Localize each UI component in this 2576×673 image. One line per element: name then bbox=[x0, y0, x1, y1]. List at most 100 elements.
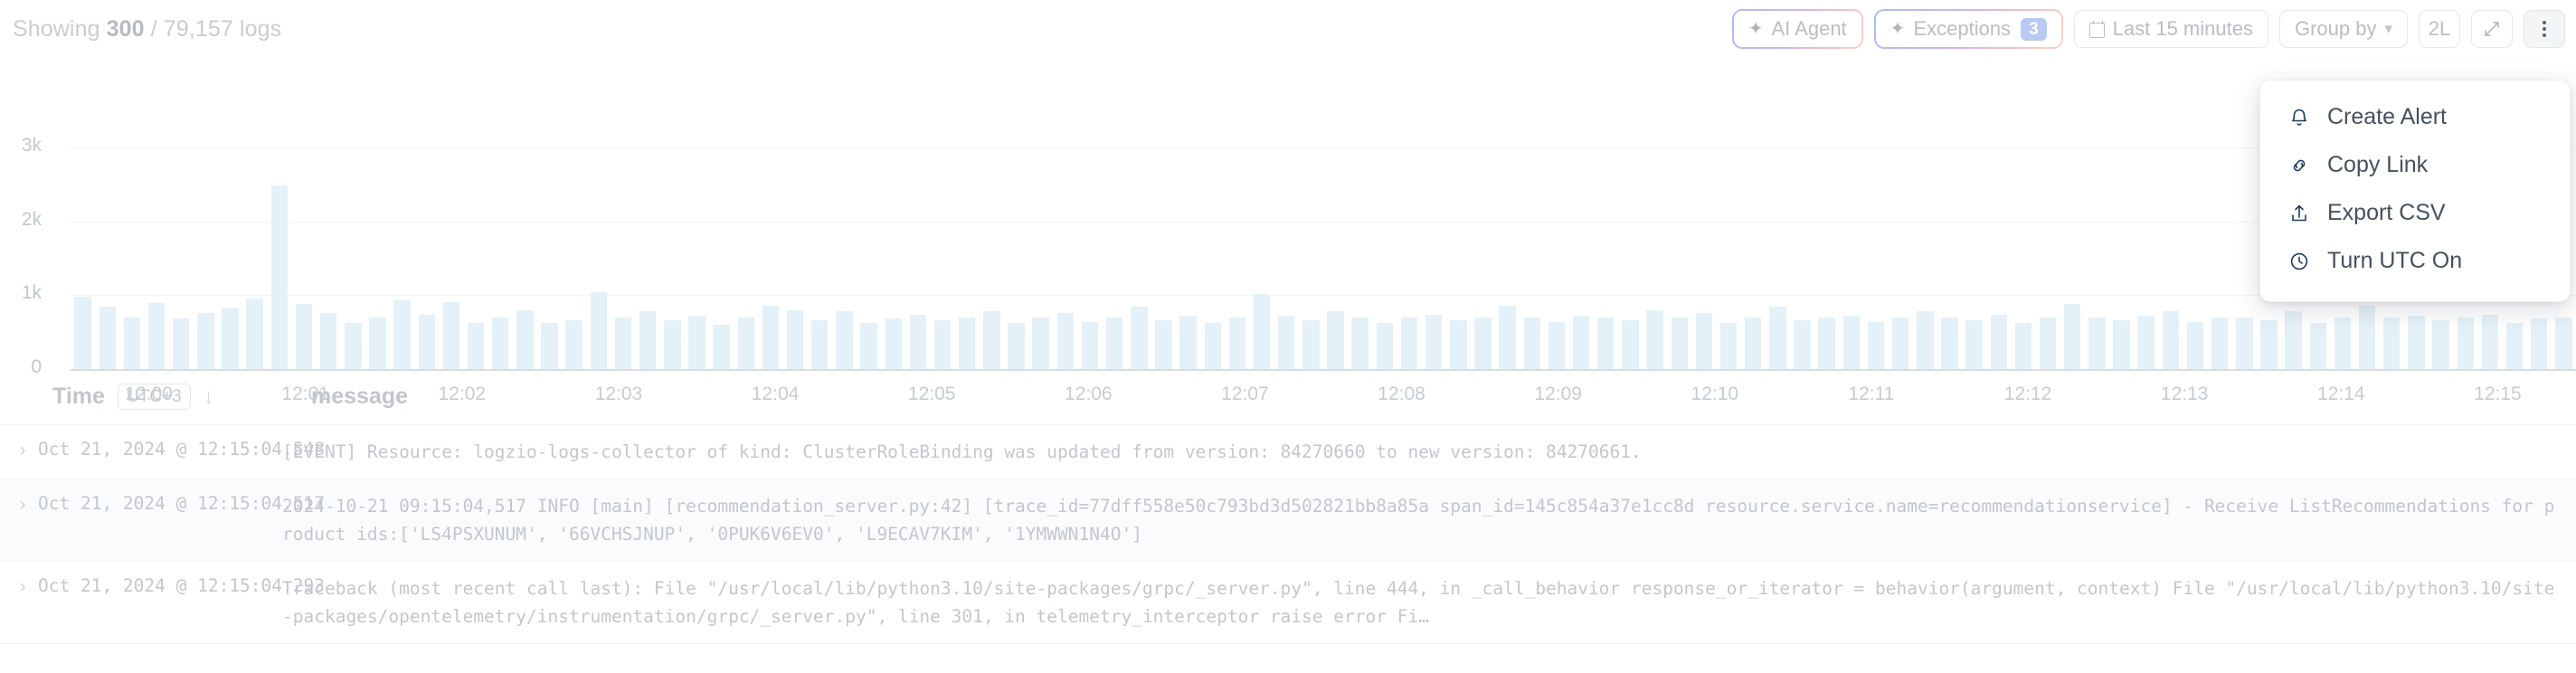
expand-button[interactable] bbox=[2471, 10, 2513, 48]
chart-bar-slot[interactable] bbox=[365, 147, 390, 369]
chart-bar-slot[interactable] bbox=[194, 147, 218, 369]
chart-bar-slot[interactable] bbox=[1766, 147, 1790, 369]
group-by-button[interactable]: Group by ▾ bbox=[2278, 10, 2408, 48]
chart-bar-slot[interactable] bbox=[1053, 147, 1077, 369]
chart-bar-slot[interactable] bbox=[1397, 147, 1421, 369]
chart-bar-slot[interactable] bbox=[1814, 147, 1839, 369]
chart-bar-slot[interactable] bbox=[1372, 147, 1397, 369]
chart-bar-slot[interactable] bbox=[1937, 147, 1962, 369]
chart-bar-slot[interactable] bbox=[1225, 147, 1249, 369]
chart-bar-slot[interactable] bbox=[1274, 147, 1299, 369]
chart-bar-slot[interactable] bbox=[857, 147, 881, 369]
chart-bar-slot[interactable] bbox=[1839, 147, 1863, 369]
chart-bar-slot[interactable] bbox=[2060, 147, 2085, 369]
chart-bar-slot[interactable] bbox=[1618, 147, 1643, 369]
chart-bar-slot[interactable] bbox=[488, 147, 513, 369]
table-row[interactable]: › Oct 21, 2024 @ 12:15:04.517 2024-10-21 0… bbox=[0, 479, 2576, 562]
chart-bar-slot[interactable] bbox=[2183, 147, 2207, 369]
chart-bar-slot[interactable] bbox=[513, 147, 537, 369]
expand-row-chevron-icon[interactable]: › bbox=[7, 492, 38, 516]
chart-bar-slot[interactable] bbox=[709, 147, 734, 369]
chart-bar-slot[interactable] bbox=[1422, 147, 1446, 369]
chart-bar-slot[interactable] bbox=[980, 147, 1004, 369]
chart-bar-slot[interactable] bbox=[439, 147, 463, 369]
chart-bar-slot[interactable] bbox=[1667, 147, 1691, 369]
time-range-button[interactable]: Last 15 minutes bbox=[2073, 10, 2268, 48]
chart-bar-slot[interactable] bbox=[1544, 147, 1568, 369]
chart-bar-slot[interactable] bbox=[144, 147, 168, 369]
chart-bar-slot[interactable] bbox=[1028, 147, 1053, 369]
chart-bar-slot[interactable] bbox=[291, 147, 316, 369]
chart-bar-slot[interactable] bbox=[586, 147, 611, 369]
menu-item-export-csv[interactable]: Export CSV bbox=[2260, 189, 2570, 237]
chart-bar-slot[interactable] bbox=[1323, 147, 1348, 369]
expand-row-chevron-icon[interactable]: › bbox=[7, 574, 38, 598]
chart-bar-slot[interactable] bbox=[537, 147, 562, 369]
chart-bar-slot[interactable] bbox=[1569, 147, 1594, 369]
chart-bar-slot[interactable] bbox=[734, 147, 758, 369]
density-toggle-button[interactable]: 2L bbox=[2419, 10, 2460, 48]
chart-bar-slot[interactable] bbox=[1643, 147, 1667, 369]
chart-bar-slot[interactable] bbox=[1691, 147, 1716, 369]
chart-bar-slot[interactable] bbox=[2011, 147, 2035, 369]
chart-bar-slot[interactable] bbox=[2085, 147, 2109, 369]
menu-item-copy-link[interactable]: Copy Link bbox=[2260, 141, 2570, 189]
chart-bar-slot[interactable] bbox=[881, 147, 905, 369]
chart-bar-slot[interactable] bbox=[1004, 147, 1028, 369]
chart-bar-slot[interactable] bbox=[930, 147, 954, 369]
chart-bar-slot[interactable] bbox=[1741, 147, 1766, 369]
chart-bar-slot[interactable] bbox=[832, 147, 857, 369]
chart-bar-slot[interactable] bbox=[1495, 147, 1520, 369]
chart-bar-slot[interactable] bbox=[1889, 147, 1913, 369]
chart-bar-slot[interactable] bbox=[1790, 147, 1814, 369]
chart-bar-slot[interactable] bbox=[2036, 147, 2060, 369]
chart-bar-slot[interactable] bbox=[1863, 147, 1888, 369]
column-header-message[interactable]: message bbox=[311, 384, 408, 410]
chart-bar-slot[interactable] bbox=[1200, 147, 1225, 369]
chart-bar-slot[interactable] bbox=[2109, 147, 2134, 369]
chart-bar-slot[interactable] bbox=[1962, 147, 1986, 369]
chart-bar-slot[interactable] bbox=[562, 147, 586, 369]
chart-bar-slot[interactable] bbox=[1594, 147, 1618, 369]
arrow-down-icon[interactable]: ↓ bbox=[204, 384, 214, 409]
chart-bar-slot[interactable] bbox=[169, 147, 194, 369]
chart-bar-slot[interactable] bbox=[414, 147, 439, 369]
table-row[interactable]: › Oct 21, 2024 @ 12:15:04.548 [EVENT] Reso… bbox=[0, 425, 2576, 479]
chart-bar-slot[interactable] bbox=[1151, 147, 1176, 369]
chart-bar-slot[interactable] bbox=[390, 147, 414, 369]
chart-bar-slot[interactable] bbox=[905, 147, 930, 369]
column-header-time[interactable]: Time UTC+3 ↓ bbox=[52, 384, 284, 410]
chart-bar-slot[interactable] bbox=[1176, 147, 1200, 369]
chart-bar-slot[interactable] bbox=[464, 147, 488, 369]
timezone-badge[interactable]: UTC+3 bbox=[117, 384, 191, 410]
logs-histogram-chart[interactable]: 0 1k 2k 3k 12:00 12:01 12:02 12:03 12:04 12:05 12… bbox=[0, 52, 2576, 404]
chart-bar-slot[interactable] bbox=[1446, 147, 1471, 369]
more-options-button[interactable] bbox=[2524, 10, 2565, 48]
chart-bar-slot[interactable] bbox=[2158, 147, 2183, 369]
chart-bar-slot[interactable] bbox=[1250, 147, 1274, 369]
chart-bar-slot[interactable] bbox=[242, 147, 267, 369]
chart-bar-slot[interactable] bbox=[95, 147, 119, 369]
chart-bar-slot[interactable] bbox=[1913, 147, 1937, 369]
chart-bar-slot[interactable] bbox=[1986, 147, 2011, 369]
chart-bar-slot[interactable] bbox=[1348, 147, 1372, 369]
chart-bar-slot[interactable] bbox=[119, 147, 144, 369]
chart-bar-slot[interactable] bbox=[1520, 147, 1544, 369]
expand-row-chevron-icon[interactable]: › bbox=[7, 438, 38, 461]
chart-bar-slot[interactable] bbox=[2208, 147, 2232, 369]
table-row[interactable]: › Oct 21, 2024 @ 12:15:04.293 Traceback (m… bbox=[0, 562, 2576, 644]
chart-bar-slot[interactable] bbox=[317, 147, 341, 369]
chart-bar-slot[interactable] bbox=[1103, 147, 1127, 369]
chart-bar-slot[interactable] bbox=[783, 147, 808, 369]
chart-bar-slot[interactable] bbox=[2232, 147, 2257, 369]
chart-bar-slot[interactable] bbox=[1299, 147, 1323, 369]
chart-bar-slot[interactable] bbox=[955, 147, 980, 369]
chart-bar-slot[interactable] bbox=[1716, 147, 1740, 369]
chart-bar-slot[interactable] bbox=[267, 147, 291, 369]
chart-bar-slot[interactable] bbox=[636, 147, 660, 369]
chart-bar-slot[interactable] bbox=[611, 147, 635, 369]
exceptions-button[interactable]: ✦ Exceptions 3 bbox=[1873, 9, 2063, 49]
chart-bar-slot[interactable] bbox=[71, 147, 95, 369]
menu-item-create-alert[interactable]: Create Alert bbox=[2260, 93, 2570, 141]
chart-bar-slot[interactable] bbox=[218, 147, 242, 369]
